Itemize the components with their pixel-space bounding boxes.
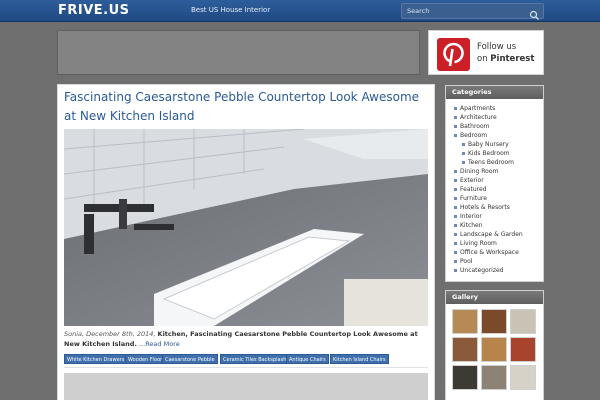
tag-kitchen-island-chairs[interactable]: Kitchen Island Chairs xyxy=(330,354,389,364)
category-label: Interior xyxy=(460,213,482,220)
tag-caesarstone-pebble[interactable]: Caesarstone Pebble xyxy=(162,354,218,364)
category-label: Featured xyxy=(460,186,487,193)
category-label: Architecture xyxy=(460,114,497,121)
bullet-icon xyxy=(462,152,465,155)
category-item[interactable]: Office & Workspace xyxy=(446,248,543,257)
bullet-icon xyxy=(454,197,457,200)
ad-banner[interactable] xyxy=(57,30,420,75)
tag-antique-chairs[interactable]: Antique Chairs xyxy=(286,354,329,364)
gallery-thumbnail[interactable] xyxy=(510,337,536,362)
category-label: Kids Bedroom xyxy=(468,150,510,157)
post-tags: White Kitchen Drawers Wooden Floor Caesa… xyxy=(64,354,430,366)
bullet-icon xyxy=(454,269,457,272)
categories-list: Apartments Architecture Bathroom Bedroom Bab… xyxy=(446,99,543,275)
bullet-icon xyxy=(454,125,457,128)
bullet-icon xyxy=(454,251,457,254)
tag-white-kitchen-drawers[interactable]: White Kitchen Drawers xyxy=(64,354,128,364)
category-label: Landscape & Garden xyxy=(460,231,523,238)
gallery-thumbnail[interactable] xyxy=(481,365,507,390)
bullet-icon xyxy=(462,161,465,164)
bullet-icon xyxy=(454,215,457,218)
category-item[interactable]: Uncategorized xyxy=(446,266,543,275)
bullet-icon xyxy=(462,143,465,146)
category-item[interactable]: Kitchen xyxy=(446,221,543,230)
category-item[interactable]: Featured xyxy=(446,185,543,194)
category-label: Apartments xyxy=(460,105,496,112)
category-item[interactable]: Landscape & Garden xyxy=(446,230,543,239)
gallery-widget: Gallery xyxy=(445,290,544,400)
post-card: Fascinating Caesarstone Pebble Counterto… xyxy=(57,84,435,400)
bullet-icon xyxy=(454,242,457,245)
excerpt-ellipsis: ... xyxy=(136,340,146,348)
gallery-thumbnail[interactable] xyxy=(510,309,536,334)
post-divider xyxy=(64,367,428,368)
categories-heading: Categories xyxy=(446,86,543,99)
gallery-heading: Gallery xyxy=(446,291,543,304)
gallery-thumbnail[interactable] xyxy=(510,365,536,390)
category-item[interactable]: Bathroom xyxy=(446,122,543,131)
bullet-icon xyxy=(454,224,457,227)
bullet-icon xyxy=(454,233,457,236)
category-label: Pool xyxy=(460,258,473,265)
post-meta: Sonia, December 8th, 2014, Kitchen, Fasc… xyxy=(64,329,428,349)
category-item[interactable]: Architecture xyxy=(446,113,543,122)
category-item[interactable]: Teens Bedroom xyxy=(446,158,543,167)
category-item[interactable]: Kids Bedroom xyxy=(446,149,543,158)
category-label: Furniture xyxy=(460,195,487,202)
tag-ceramic-tiles-backsplash[interactable]: Ceramic Tiles Backsplash xyxy=(220,354,290,364)
category-item[interactable]: Exterior xyxy=(446,176,543,185)
search-box xyxy=(401,3,544,20)
site-logo[interactable]: FRIVE.US xyxy=(58,3,130,18)
category-item[interactable]: Baby Nursery xyxy=(446,140,543,149)
category-label: Kitchen xyxy=(460,222,483,229)
category-item[interactable]: Living Room xyxy=(446,239,543,248)
category-label: Bedroom xyxy=(460,132,488,139)
category-item[interactable]: Hotels & Resorts xyxy=(446,203,543,212)
gallery-thumbnail[interactable] xyxy=(452,337,478,362)
post-title[interactable]: Fascinating Caesarstone Pebble Counterto… xyxy=(64,88,424,126)
pinterest-icon xyxy=(437,38,470,71)
gallery-thumbnail[interactable] xyxy=(481,337,507,362)
categories-widget: Categories Apartments Architecture Bathroo… xyxy=(445,85,544,282)
category-label: Teens Bedroom xyxy=(468,159,515,166)
category-item[interactable]: Dining Room xyxy=(446,167,543,176)
pinterest-follow-label: Follow us xyxy=(477,42,517,52)
bullet-icon xyxy=(454,116,457,119)
category-label: Office & Workspace xyxy=(460,249,519,256)
bullet-icon xyxy=(454,170,457,173)
pinterest-follow-card[interactable]: Follow us on Pinterest xyxy=(428,30,544,75)
bullet-icon xyxy=(454,179,457,182)
category-label: Living Room xyxy=(460,240,497,247)
category-label: Uncategorized xyxy=(460,267,504,274)
category-item[interactable]: Bedroom xyxy=(446,131,543,140)
category-label: Bathroom xyxy=(460,123,490,130)
bullet-icon xyxy=(454,134,457,137)
category-item[interactable]: Pool xyxy=(446,257,543,266)
category-item[interactable]: Apartments xyxy=(446,104,543,113)
next-post-image[interactable] xyxy=(64,373,428,400)
category-label: Exterior xyxy=(460,177,484,184)
pinterest-brand-label: on Pinterest xyxy=(477,54,535,64)
bullet-icon xyxy=(454,188,457,191)
read-more-link[interactable]: Read More xyxy=(145,340,180,348)
bullet-icon xyxy=(454,107,457,110)
category-label: Baby Nursery xyxy=(468,141,509,148)
site-tagline: Best US House Interior xyxy=(191,6,271,14)
bullet-icon xyxy=(454,206,457,209)
category-item[interactable]: Interior xyxy=(446,212,543,221)
category-item[interactable]: Furniture xyxy=(446,194,543,203)
tag-wooden-floor[interactable]: Wooden Floor xyxy=(125,354,166,364)
gallery-thumbnail[interactable] xyxy=(452,365,478,390)
category-label: Dining Room xyxy=(460,168,499,175)
gallery-thumbnail[interactable] xyxy=(481,309,507,334)
post-date: Sonia, December 8th, 2014, xyxy=(64,330,156,338)
search-icon[interactable] xyxy=(529,6,540,20)
top-bar: FRIVE.US Best US House Interior xyxy=(0,0,600,22)
post-image[interactable] xyxy=(64,129,428,326)
bullet-icon xyxy=(454,260,457,263)
category-label: Hotels & Resorts xyxy=(460,204,510,211)
gallery-thumbnail[interactable] xyxy=(452,309,478,334)
search-input[interactable] xyxy=(402,4,526,18)
